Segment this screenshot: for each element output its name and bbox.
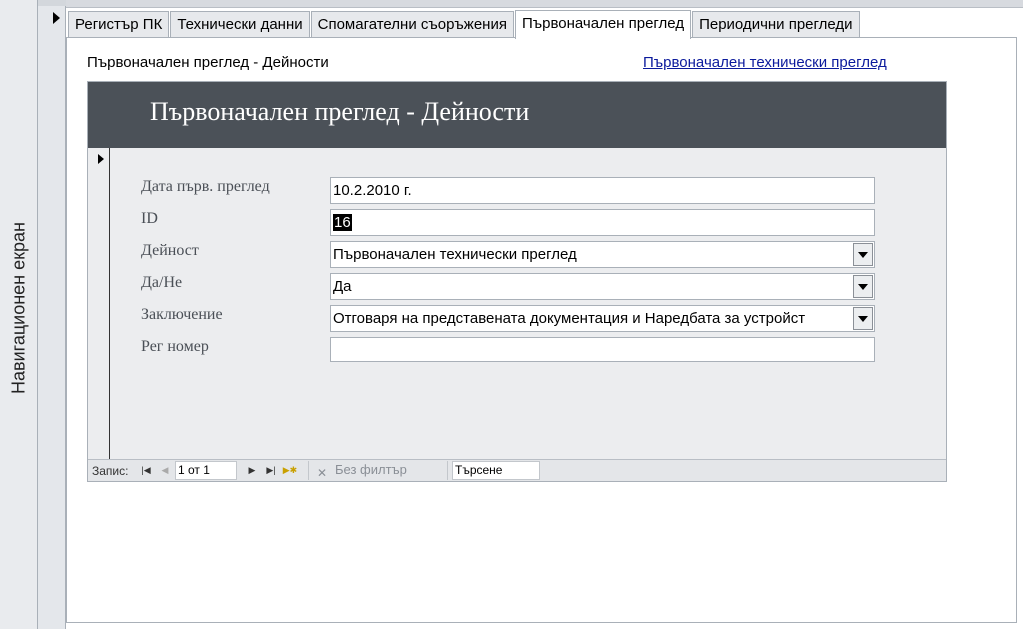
tab-periodic-inspections[interactable]: Периодични прегледи <box>692 11 860 38</box>
next-record-icon[interactable]: ▶ <box>246 464 258 477</box>
activity-label: Дейност <box>141 242 199 259</box>
tab-register[interactable]: Регистър ПК <box>68 11 170 38</box>
tab-strip: Регистър ПК Технически данни Спомагателн… <box>68 10 861 39</box>
id-label: ID <box>141 210 158 227</box>
previous-record-icon[interactable]: ◀ <box>159 464 171 477</box>
chevron-down-icon <box>858 251 868 258</box>
tab-technical-data[interactable]: Технически данни <box>170 11 310 38</box>
subform-header: Първоначален преглед - Дейности <box>88 82 946 148</box>
yesno-label: Да/Не <box>141 274 183 291</box>
yesno-dropdown-button[interactable] <box>853 275 873 298</box>
tab-auxiliary-equipment[interactable]: Спомагателни съоръжения <box>310 11 514 38</box>
subform-detail: Дата първ. преглед 10.2.2010 г. ID 16 Де… <box>88 148 946 459</box>
record-label: Запис: <box>92 464 129 478</box>
filter-button[interactable]: ✕ Без филтър <box>308 461 448 480</box>
activity-dropdown-button[interactable] <box>853 243 873 266</box>
yesno-value: Да <box>333 278 352 295</box>
tab-initial-inspection[interactable]: Първоначален преглед <box>514 10 692 39</box>
last-record-icon[interactable]: ▶| <box>265 464 277 477</box>
filter-icon: ✕ <box>317 466 328 480</box>
navigation-pane-label[interactable]: Навигационен екран <box>9 222 30 394</box>
form-header-band <box>66 0 1023 8</box>
conclusion-label: Заключение <box>141 306 223 323</box>
activity-value: Първоначален технически преглед <box>333 246 577 263</box>
current-record-arrow-icon <box>53 12 60 24</box>
reg-number-field[interactable] <box>330 337 875 362</box>
current-record-input[interactable]: 1 от 1 <box>175 461 237 480</box>
record-navigation-bar: Запис: |◀ ◀ 1 от 1 ▶ ▶| ▶✱ ✕ Без филтър … <box>88 459 946 481</box>
chevron-down-icon <box>858 315 868 322</box>
id-field[interactable]: 16 <box>330 209 875 236</box>
record-selector-top <box>38 0 66 6</box>
filter-label: Без филтър <box>335 462 407 477</box>
date-field[interactable]: 10.2.2010 г. <box>330 177 875 204</box>
conclusion-combo[interactable]: Отговаря на представената документация и… <box>330 305 875 332</box>
date-label: Дата първ. преглед <box>141 178 270 195</box>
current-record-arrow-icon <box>98 154 104 164</box>
conclusion-dropdown-button[interactable] <box>853 307 873 330</box>
first-record-icon[interactable]: |◀ <box>140 464 152 477</box>
subform-record-selector[interactable] <box>88 148 110 459</box>
section-title: Първоначален преглед - Дейности <box>87 54 329 71</box>
conclusion-value: Отговаря на представената документация и… <box>333 310 806 327</box>
navigation-pane[interactable]: Навигационен екран <box>0 0 38 629</box>
initial-technical-inspection-link[interactable]: Първоначален технически преглед <box>643 54 887 71</box>
id-value: 16 <box>333 214 352 231</box>
activity-combo[interactable]: Първоначален технически преглед <box>330 241 875 268</box>
new-record-icon[interactable]: ▶✱ <box>283 464 297 477</box>
search-input[interactable]: Търсене <box>452 461 540 480</box>
chevron-down-icon <box>858 283 868 290</box>
record-selector-strip[interactable] <box>38 0 66 629</box>
subform-header-title: Първоначален преглед - Дейности <box>150 97 530 126</box>
activities-subform: Първоначален преглед - Дейности Дата пър… <box>87 81 947 482</box>
reg-number-label: Рег номер <box>141 338 209 355</box>
yesno-combo[interactable]: Да <box>330 273 875 300</box>
